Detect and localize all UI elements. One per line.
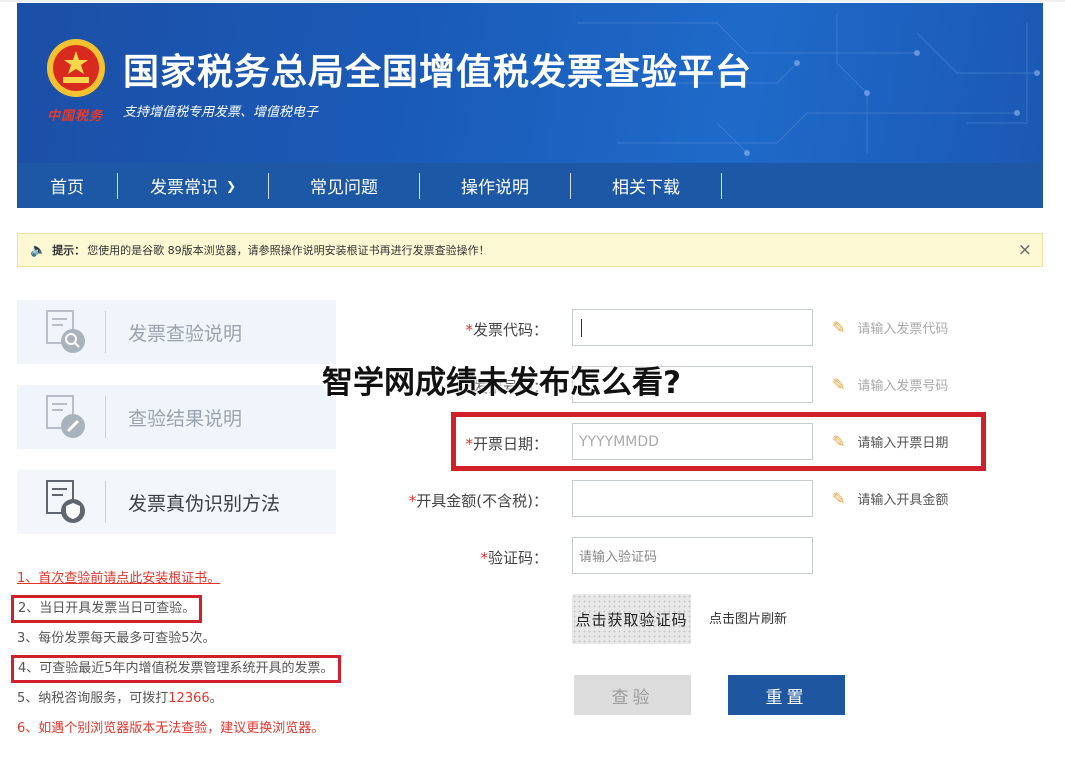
required-mark: * [480, 549, 488, 567]
side-divider [105, 311, 106, 353]
overlay-title: 智学网成绩未发布怎么看? [322, 365, 681, 401]
nav-invoice-knowledge-label: 发票常识 [149, 178, 218, 198]
brand-script: 中国税务 [47, 109, 104, 124]
note-same-day: 2、当日开具发票当日可查验。 [11, 594, 341, 624]
captcha-image[interactable]: 点击获取验证码 [572, 594, 691, 644]
required-mark: * [465, 321, 473, 339]
invoice-code-label: *发票代码： [298, 319, 548, 340]
invoice-code-input[interactable] [572, 309, 813, 346]
speaker-icon: 🔈 [30, 242, 47, 258]
main-nav: 首页 发票常识 ❯ 常见问题 操作说明 相关下载 [17, 163, 1043, 208]
label-text: 开具金额(不含税)： [416, 492, 548, 510]
note-hotline: 5、纳税咨询服务，可拨打12366。 [17, 684, 341, 714]
hint-text: 请输入开具金额 [857, 493, 949, 508]
nav-invoice-knowledge[interactable]: 发票常识 ❯ [118, 163, 268, 208]
nav-home-label: 首页 [50, 178, 84, 198]
nav-instructions[interactable]: 操作说明 [420, 163, 570, 208]
highlight-box: 4、可查验最近5年内增值税发票管理系统开具的发票。 [11, 655, 341, 683]
tax-emblem-icon [47, 39, 105, 97]
invoice-code-hint: ✎ 请输入发票代码 [832, 318, 948, 337]
notes-list: 1、首次查验前请点此安装根证书。 2、当日开具发票当日可查验。 3、每份发票每天… [11, 564, 341, 744]
amount-hint: ✎ 请输入开具金额 [832, 489, 948, 508]
amount-label: *开具金额(不含税)： [298, 490, 548, 511]
page-subtitle: 支持增值税专用发票、增值税电子 [123, 105, 319, 120]
note-browser: 6、如遇个别浏览器版本无法查验，建议更换浏览器。 [17, 721, 325, 736]
date-highlight-box [451, 412, 986, 471]
note-five-years: 4、可查验最近5年内增值税发票管理系统开具的发票。 [11, 654, 341, 684]
amount-input[interactable] [572, 480, 813, 517]
note-install-cert[interactable]: 1、首次查验前请点此安装根证书。 [17, 564, 341, 594]
notice-text: 您使用的是谷歌 89版本浏览器，请参照操作说明安装根证书再进行发票查验操作！ [87, 244, 490, 257]
nav-downloads[interactable]: 相关下载 [571, 163, 721, 208]
side-item-check-guide[interactable]: 发票查验说明 [17, 300, 336, 364]
highlight-box: 2、当日开具发票当日可查验。 [11, 595, 203, 623]
note-daily-limit: 3、每份发票每天最多可查验5次。 [17, 631, 216, 646]
hint-text: 请输入发票号码 [857, 379, 949, 394]
side-item-authenticity[interactable]: 发票真伪识别方法 [17, 470, 336, 534]
nav-home[interactable]: 首页 [17, 163, 117, 208]
nav-instructions-label: 操作说明 [461, 178, 529, 198]
label-text: 发票代码： [472, 321, 548, 339]
doc-edit-icon [46, 395, 85, 438]
notice-label: 提示： [52, 244, 86, 257]
doc-search-icon [46, 310, 85, 353]
captcha-input[interactable]: 请输入验证码 [572, 537, 813, 574]
label-text: 验证码： [487, 549, 548, 567]
browser-notice: 🔈 提示： 您使用的是谷歌 89版本浏览器，请参照操作说明安装根证书再进行发票查… [17, 233, 1043, 267]
pencil-icon: ✎ [832, 489, 846, 508]
captcha-label: *验证码： [298, 547, 548, 568]
pencil-icon: ✎ [832, 375, 846, 394]
side-item-result-guide[interactable]: 查验结果说明 [17, 385, 336, 449]
top-border [0, 0, 1065, 2]
check-button[interactable]: 查验 [574, 675, 691, 715]
close-icon[interactable]: × [1018, 240, 1032, 260]
chevron-down-icon: ❯ [225, 178, 237, 193]
page-title: 国家税务总局全国增值税发票查验平台 [123, 52, 753, 93]
side-divider [105, 481, 106, 523]
doc-shield-icon [46, 480, 85, 523]
hotline-suffix: 。 [209, 691, 223, 706]
side-item-label: 发票查验说明 [128, 322, 243, 345]
nav-faq[interactable]: 常见问题 [269, 163, 419, 208]
page-root: 中国税务 国家税务总局全国增值税发票查验平台 支持增值税专用发票、增值税电子 首… [0, 0, 1065, 757]
reset-button[interactable]: 重置 [728, 675, 845, 715]
input-placeholder: 请输入验证码 [579, 550, 658, 565]
side-divider [105, 396, 106, 438]
captcha-image-text: 点击获取验证码 [575, 610, 688, 629]
invoice-number-hint: ✎ 请输入发票号码 [832, 375, 948, 394]
header-banner: 中国税务 国家税务总局全国增值税发票查验平台 支持增值税专用发票、增值税电子 [17, 3, 1043, 163]
pencil-icon: ✎ [832, 318, 846, 337]
captcha-refresh-tip[interactable]: 点击图片刷新 [709, 608, 787, 627]
hotline-number: 12366 [168, 691, 210, 706]
side-item-label: 发票真伪识别方法 [128, 492, 281, 515]
side-item-label: 查验结果说明 [128, 407, 243, 430]
nav-downloads-label: 相关下载 [612, 178, 680, 198]
nav-faq-label: 常见问题 [310, 178, 378, 198]
hotline-prefix: 5、纳税咨询服务，可拨打 [17, 691, 169, 706]
hint-text: 请输入发票代码 [857, 322, 949, 337]
nav-divider [721, 172, 722, 199]
